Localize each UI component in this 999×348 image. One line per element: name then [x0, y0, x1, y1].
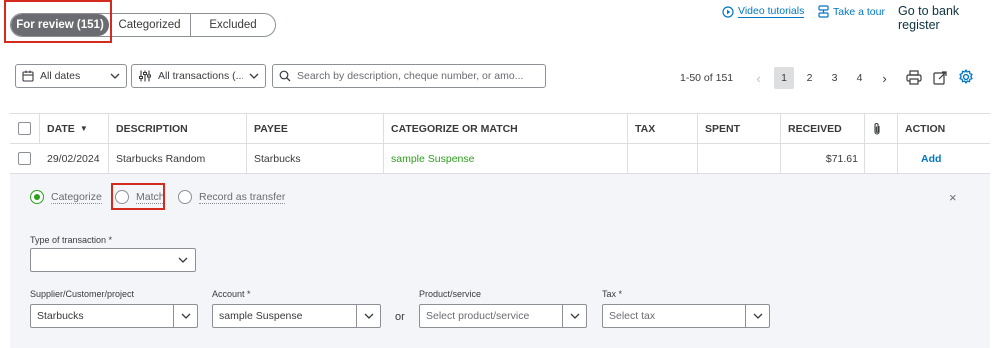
search-placeholder: Search by description, cheque number, or… — [297, 70, 524, 82]
print-icon[interactable] — [906, 70, 922, 85]
highlight-match — [111, 183, 165, 210]
column-action: ACTION — [905, 122, 946, 135]
record-as-transfer-radio[interactable] — [178, 190, 192, 204]
chevron-down-icon — [249, 73, 259, 79]
pagination: 1-50 of 151 ‹ 1 2 3 4 › — [680, 67, 897, 89]
chevron-down-icon — [110, 73, 120, 79]
next-page-button[interactable]: › — [872, 71, 897, 86]
settings-gear-icon[interactable] — [958, 69, 974, 85]
supplier-select[interactable]: Starbucks — [30, 304, 198, 328]
prev-page-button[interactable]: ‹ — [746, 71, 771, 86]
categorize-option[interactable]: Categorize — [30, 190, 102, 204]
categorize-radio[interactable] — [30, 190, 44, 204]
supplier-value: Starbucks — [37, 310, 84, 322]
account-value: sample Suspense — [219, 310, 303, 322]
search-input[interactable]: Search by description, cheque number, or… — [272, 64, 546, 88]
table-header: DATE ▼ DESCRIPTION PAYEE CATEGORIZE OR M… — [10, 113, 990, 144]
product-service-select[interactable]: Select product/service — [419, 304, 587, 328]
product-service-placeholder: Select product/service — [426, 310, 530, 322]
type-of-transaction-label: Type of transaction * — [30, 235, 113, 245]
sliders-icon — [138, 70, 152, 82]
tax-label: Tax * — [602, 289, 623, 299]
row-date: 29/02/2024 — [47, 152, 100, 165]
highlight-for-review — [4, 0, 112, 43]
product-service-label: Product/service — [419, 289, 482, 299]
column-date-label: DATE — [47, 122, 75, 135]
close-icon[interactable]: × — [949, 190, 957, 205]
column-date[interactable]: DATE ▼ — [47, 114, 88, 143]
tab-excluded[interactable]: Excluded — [191, 14, 275, 36]
take-tour-label: Take a tour — [833, 5, 885, 18]
transactions-filter-dropdown[interactable]: All transactions (... — [131, 64, 266, 88]
dates-dropdown[interactable]: All dates — [15, 64, 127, 88]
go-to-bank-register-link[interactable]: Go to bank register — [898, 4, 999, 32]
page-1-button[interactable]: 1 — [774, 67, 794, 89]
chevron-down-icon — [562, 305, 586, 327]
type-of-transaction-value — [31, 249, 171, 271]
transactions-filter-value: All transactions (... — [158, 70, 243, 82]
chevron-down-icon — [745, 305, 769, 327]
row-checkbox[interactable] — [18, 152, 31, 165]
record-as-transfer-option[interactable]: Record as transfer — [178, 190, 286, 204]
take-tour-link[interactable]: Take a tour — [818, 5, 885, 18]
tax-select[interactable]: Select tax — [602, 304, 770, 328]
tab-categorized[interactable]: Categorized — [109, 14, 191, 36]
table-row[interactable]: 29/02/2024 Starbucks Random Starbucks sa… — [10, 144, 990, 174]
select-all-checkbox[interactable] — [18, 122, 31, 135]
row-payee: Starbucks — [254, 152, 301, 165]
chevron-down-icon — [173, 305, 197, 327]
chevron-down-icon — [356, 305, 380, 327]
row-category[interactable]: sample Suspense — [391, 144, 474, 173]
add-button[interactable]: Add — [921, 144, 941, 173]
video-tutorials-link[interactable]: Video tutorials — [722, 5, 805, 18]
column-received: RECEIVED — [788, 122, 842, 135]
column-categorize-or-match: CATEGORIZE OR MATCH — [391, 122, 518, 135]
search-icon — [279, 70, 291, 82]
record-as-transfer-label: Record as transfer — [199, 190, 286, 204]
type-of-transaction-select[interactable] — [30, 248, 196, 272]
column-description: DESCRIPTION — [116, 122, 188, 135]
video-tutorials-label: Video tutorials — [738, 5, 805, 18]
row-received: $71.61 — [825, 152, 858, 165]
chevron-down-icon — [171, 249, 195, 271]
supplier-label: Supplier/Customer/project — [30, 289, 135, 299]
paperclip-icon — [872, 114, 882, 143]
tax-placeholder: Select tax — [609, 310, 656, 322]
play-circle-icon — [722, 5, 734, 18]
column-spent: SPENT — [705, 122, 741, 135]
page-2-button[interactable]: 2 — [797, 72, 822, 84]
dates-value: All dates — [40, 70, 81, 82]
export-icon[interactable] — [933, 70, 948, 85]
tour-icon — [818, 5, 829, 18]
column-tax: TAX — [635, 122, 656, 135]
page-4-button[interactable]: 4 — [847, 72, 872, 84]
calendar-icon — [22, 70, 34, 82]
row-description: Starbucks Random — [116, 152, 206, 165]
account-select[interactable]: sample Suspense — [212, 304, 381, 328]
account-label: Account * — [212, 289, 251, 299]
pagination-range: 1-50 of 151 — [680, 72, 734, 84]
column-payee: PAYEE — [254, 122, 288, 135]
or-text: or — [395, 311, 405, 323]
sort-down-icon: ▼ — [79, 124, 88, 133]
categorize-label: Categorize — [51, 190, 102, 204]
page-3-button[interactable]: 3 — [822, 72, 847, 84]
